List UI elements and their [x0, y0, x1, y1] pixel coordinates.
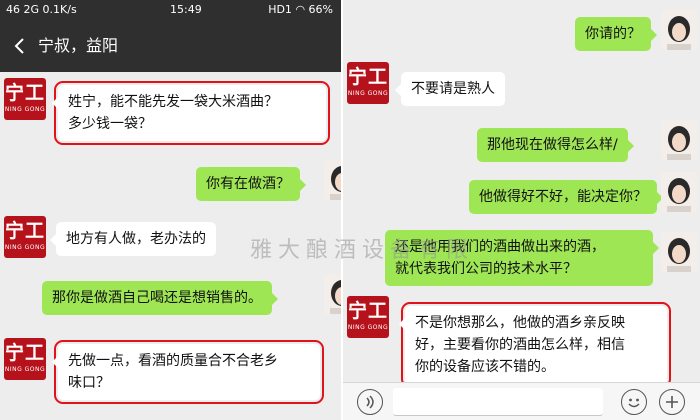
status-right: HD1 ◠ 66% [268, 0, 333, 20]
input-bar [343, 382, 700, 420]
logo-subtext: NING GONG [4, 366, 46, 373]
message-text-line: 你的设备应该不错的。 [415, 359, 555, 375]
contact-avatar[interactable]: 宁工 NING GONG [347, 62, 389, 104]
message-bubble[interactable]: 你请的？ [575, 17, 657, 51]
user-portrait-icon [330, 166, 341, 200]
message-text-line: 好，主要看你的酒曲怎么样，相信 [415, 337, 625, 353]
message-text-line: 你请的？ [585, 26, 641, 42]
network-type: HD1 [268, 3, 292, 16]
message-text-line: 姓宁，能不能先发一袋大米酒曲？ [68, 94, 278, 110]
message-text-line: 还是他用我们的酒曲做出来的酒， [395, 239, 605, 255]
carrier-text: 46 2G [6, 3, 40, 16]
user-portrait-icon [330, 280, 341, 314]
logo-mark: 宁工 [347, 300, 388, 322]
message-text-line: 先做一点，看酒的质量合不合老乡 [68, 353, 278, 369]
logo-mark: 宁工 [4, 342, 45, 364]
back-arrow-icon[interactable] [10, 36, 30, 56]
chat-header: 宁叔，益阳 [0, 20, 341, 72]
message-text-line: 你有在做酒？ [206, 176, 290, 192]
add-icon [666, 396, 678, 408]
status-left: 46 2G 0.1K/s [6, 0, 77, 20]
message-text-line: 他做得好不好，能决定你？ [479, 189, 647, 205]
battery-level: 66% [308, 3, 333, 16]
user-avatar[interactable] [324, 274, 341, 314]
contact-avatar[interactable]: 宁工 NING GONG [4, 216, 46, 258]
message-input[interactable] [393, 388, 603, 416]
voice-wave-icon [366, 395, 374, 409]
message-text-line: 味口？ [68, 375, 110, 391]
message-bubble[interactable]: 先做一点，看酒的质量合不合老乡 味口？ [52, 340, 324, 404]
message-bubble[interactable]: 还是他用我们的酒曲做出来的酒， 就代表我们公司的技术水平？ [385, 230, 659, 286]
logo-subtext: NING GONG [347, 324, 389, 331]
user-avatar[interactable] [661, 120, 697, 160]
wifi-icon: ◠ [295, 3, 306, 16]
contact-avatar[interactable]: 宁工 NING GONG [4, 78, 46, 120]
logo-subtext: NING GONG [4, 244, 46, 251]
message-bubble[interactable]: 你有在做酒？ [196, 167, 306, 201]
user-portrait-icon [667, 178, 691, 212]
message-text-line: 多少钱一袋？ [68, 116, 152, 132]
emoji-icon[interactable] [621, 389, 647, 415]
user-avatar[interactable] [661, 10, 697, 50]
message-bubble[interactable]: 那你是做酒自己喝还是想销售的。 [42, 281, 278, 315]
message-text-line: 不是你想那么，他做的酒乡亲反映 [415, 315, 625, 331]
user-portrait-icon [667, 238, 691, 272]
user-avatar[interactable] [661, 172, 697, 212]
logo-subtext: NING GONG [347, 90, 389, 97]
left-chat-screenshot: 46 2G 0.1K/s 15:49 HD1 ◠ 66% 宁叔，益阳 宁工 NI… [0, 0, 341, 420]
network-speed: 0.1K/s [42, 3, 77, 16]
message-bubble[interactable]: 不是你想那么，他做的酒乡亲反映 好，主要看你的酒曲怎么样，相信 你的设备应该不错… [399, 302, 671, 388]
logo-mark: 宁工 [347, 66, 388, 88]
smiley-face-icon [628, 398, 640, 408]
contact-avatar[interactable]: 宁工 NING GONG [4, 338, 46, 380]
user-avatar[interactable] [324, 160, 341, 200]
status-bar: 46 2G 0.1K/s 15:49 HD1 ◠ 66% [0, 0, 341, 20]
message-bubble[interactable]: 不要请是熟人 [395, 72, 505, 106]
logo-mark: 宁工 [4, 82, 45, 104]
user-portrait-icon [667, 126, 691, 160]
message-text-line: 地方有人做，老办法的 [66, 231, 206, 247]
message-bubble[interactable]: 那他现在做得怎么样/ [477, 128, 634, 162]
message-text-line: 就代表我们公司的技术水平？ [395, 261, 577, 277]
logo-subtext: NING GONG [4, 106, 46, 113]
user-portrait-icon [667, 16, 691, 50]
message-bubble[interactable]: 他做得好不好，能决定你？ [469, 180, 663, 214]
message-text-line: 那你是做酒自己喝还是想销售的。 [52, 290, 262, 306]
message-text-line: 那他现在做得怎么样/ [487, 137, 618, 153]
message-text-line: 不要请是熟人 [411, 81, 495, 97]
message-bubble[interactable]: 姓宁，能不能先发一袋大米酒曲？ 多少钱一袋？ [52, 81, 330, 145]
right-chat-screenshot: 你请的？ 宁工 NING GONG 不要请是熟人 那他现在做得怎么样/ 他做得好… [343, 0, 700, 420]
user-avatar[interactable] [661, 232, 697, 272]
message-bubble[interactable]: 地方有人做，老办法的 [50, 222, 216, 256]
plus-icon[interactable] [659, 389, 685, 415]
logo-mark: 宁工 [4, 220, 45, 242]
contact-avatar[interactable]: 宁工 NING GONG [347, 296, 389, 338]
clock: 15:49 [170, 3, 202, 16]
chat-title: 宁叔，益阳 [38, 36, 119, 55]
voice-icon[interactable] [357, 389, 383, 415]
